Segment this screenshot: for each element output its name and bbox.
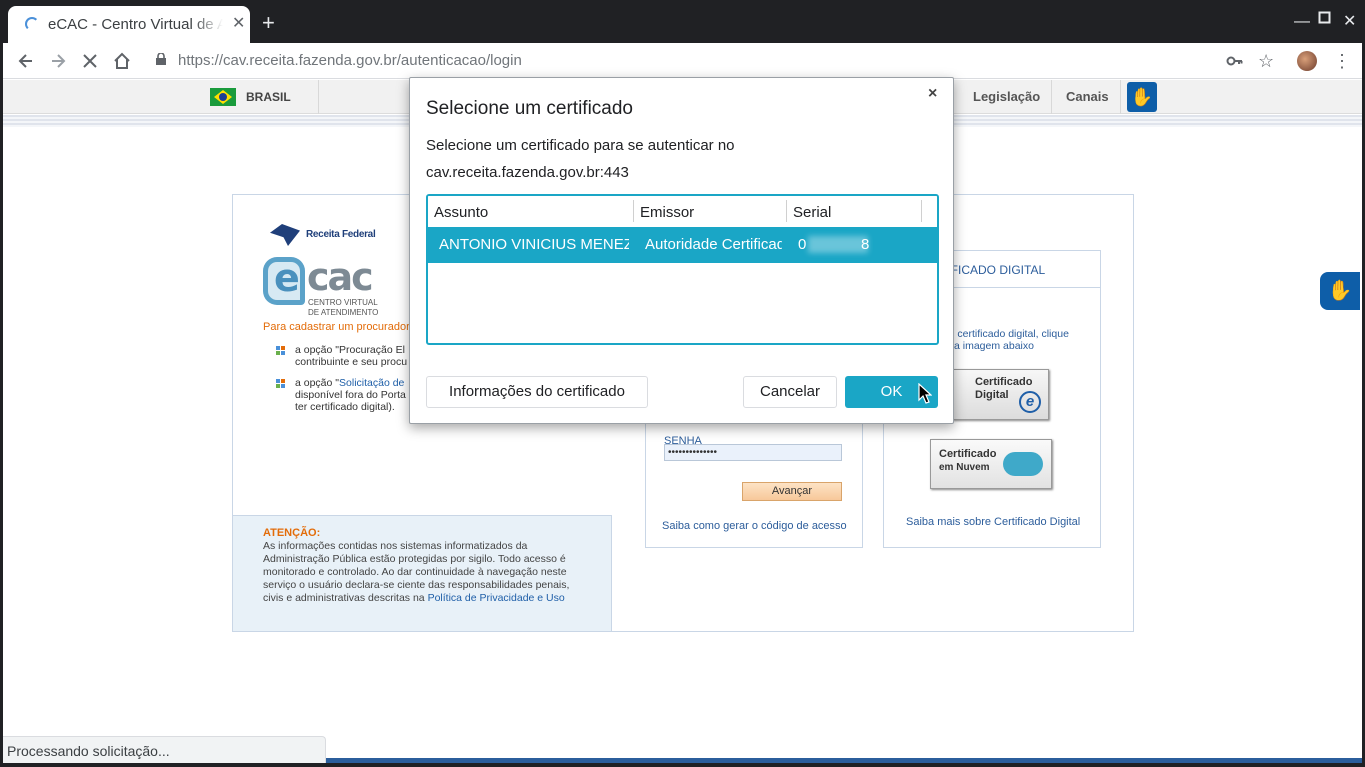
bullet-2-prefix: a opção " <box>295 377 340 389</box>
menu-icon[interactable]: ⋮ <box>1333 50 1351 72</box>
status-text: Processando solicitação... <box>7 743 170 759</box>
dialog-description-1: Selecione um certificado para se autenti… <box>426 137 735 154</box>
cert-img2-line1: Certificado <box>939 448 997 460</box>
window-frame-left <box>0 43 3 767</box>
attention-text: As informações contidas nos sistemas inf… <box>263 540 588 605</box>
lock-icon <box>156 53 166 65</box>
ecac-subtitle-2: DE ATENDIMENTO <box>308 308 379 317</box>
avancar-button[interactable]: Avançar <box>742 482 842 501</box>
table-header: Assunto Emissor Serial <box>428 196 937 227</box>
minimize-icon[interactable]: — <box>1294 13 1310 31</box>
window-close-icon[interactable]: ✕ <box>1343 13 1356 31</box>
certificate-table: Assunto Emissor Serial ANTONIO VINICIUS … <box>426 194 939 345</box>
new-tab-icon[interactable]: + <box>262 12 275 34</box>
solicitacao-link[interactable]: Solicitação de <box>339 377 404 389</box>
gov-link-legislacao[interactable]: Legislação <box>973 89 1040 104</box>
cell-assunto: ANTONIO VINICIUS MENEZES <box>439 236 629 253</box>
certificado-nuvem-label: Certificado em Nuvem <box>939 448 996 474</box>
certificado-digital-title: TIFICADO DIGITAL <box>940 263 1046 277</box>
mouse-cursor-icon <box>918 383 932 404</box>
divider <box>1051 80 1052 114</box>
browser-tab[interactable]: eCAC - Centro Virtual de Atendimento ✕ <box>8 6 250 43</box>
bullet-icon <box>276 379 286 389</box>
bookmark-star-icon[interactable]: ☆ <box>1258 50 1274 72</box>
tab-close-icon[interactable]: ✕ <box>232 15 245 33</box>
column-divider <box>786 200 787 222</box>
accessibility-icon[interactable]: ✋ <box>1127 82 1157 112</box>
status-bar: Processando solicitação... <box>3 736 326 763</box>
bullet-2-line-1: a opção "Solicitação de <box>295 377 406 389</box>
cert-instruction-2: a imagem abaixo <box>954 340 1034 352</box>
ecac-e-icon <box>263 256 305 305</box>
cert-img2-line2: em Nuvem <box>939 462 990 473</box>
receita-federal-mark-icon <box>270 224 300 246</box>
forward-icon[interactable] <box>47 50 69 72</box>
receita-federal-logo-text: Receita Federal <box>306 229 376 240</box>
brazil-flag-icon <box>210 88 236 106</box>
cadastrar-procurador-text: Para cadastrar um procurador <box>263 321 410 333</box>
browser-toolbar: https://cav.receita.fazenda.gov.br/auten… <box>0 43 1365 79</box>
column-serial[interactable]: Serial <box>793 204 831 221</box>
column-divider <box>633 200 634 222</box>
cancel-button[interactable]: Cancelar <box>743 376 837 408</box>
url-host: https://cav.receita.fazenda.gov.br <box>178 52 397 69</box>
senha-input[interactable]: •••••••••••••• <box>664 444 842 461</box>
bullet-2-text: a opção "Solicitação de disponível fora … <box>295 377 406 413</box>
column-assunto[interactable]: Assunto <box>434 204 488 221</box>
stop-icon[interactable] <box>79 50 101 72</box>
loading-spinner-icon <box>25 17 39 31</box>
cell-serial-end: 8 <box>861 236 870 253</box>
gov-bar-brasil[interactable]: BRASIL <box>246 90 291 104</box>
dialog-title: Selecione um certificado <box>426 98 633 119</box>
maximize-icon[interactable] <box>1318 11 1332 30</box>
bullet-2-line-2: disponível fora do Porta <box>295 389 406 401</box>
bullet-1-line-1: a opção "Procuração El <box>295 344 405 356</box>
table-row[interactable]: ANTONIO VINICIUS MENEZES Autoridade Cert… <box>428 227 937 263</box>
column-emissor[interactable]: Emissor <box>640 204 694 221</box>
home-icon[interactable] <box>111 50 133 72</box>
divider <box>318 80 319 114</box>
key-icon[interactable] <box>1226 50 1244 79</box>
divider <box>1120 80 1121 114</box>
browser-title-bar: eCAC - Centro Virtual de Atendimento ✕ +… <box>0 0 1365 43</box>
saiba-codigo-link[interactable]: Saiba como gerar o código de acesso <box>662 520 847 532</box>
bullet-1-line-2: contribuinte e seu procu <box>295 356 408 368</box>
cert-img1-line1: Certificado <box>975 376 1033 388</box>
ecac-logo: cac CENTRO VIRTUAL DE ATENDIMENTO <box>263 255 383 317</box>
window-frame-bottom <box>0 763 1365 767</box>
cloud-icon <box>1003 452 1043 476</box>
certificate-info-button[interactable]: Informações do certificado <box>426 376 648 408</box>
saiba-certificado-link[interactable]: Saiba mais sobre Certificado Digital <box>906 516 1080 528</box>
column-divider <box>921 200 922 222</box>
privacy-policy-link[interactable]: Política de Privacidade e Uso <box>428 592 565 604</box>
ecac-subtitle-1: CENTRO VIRTUAL <box>308 298 378 307</box>
ecac-logo-text: cac <box>307 255 374 299</box>
cell-emissor: Autoridade Certificadora <box>645 236 782 253</box>
url-path: /autenticacao/login <box>396 52 522 69</box>
url-text: https://cav.receita.fazenda.gov.br/auten… <box>178 52 522 69</box>
back-icon[interactable] <box>15 50 37 72</box>
attention-box: ATENÇÃO: As informações contidas nos sis… <box>233 515 612 631</box>
receita-federal-logo: Receita Federal <box>270 222 380 248</box>
e-cpf-icon: e <box>1019 391 1041 413</box>
certificado-digital-button[interactable]: Certificado Digital e <box>952 369 1049 420</box>
bullet-1-text: a opção "Procuração El contribuinte e se… <box>295 344 407 368</box>
address-bar[interactable]: https://cav.receita.fazenda.gov.br/auten… <box>146 47 1286 75</box>
vlibras-accessibility-icon[interactable]: ✋ <box>1320 272 1360 310</box>
redacted-serial <box>808 236 868 253</box>
bullet-2-line-3: ter certificado digital). <box>295 401 395 413</box>
tab-title: eCAC - Centro Virtual de Atendimento <box>48 16 223 34</box>
dialog-close-icon[interactable]: × <box>928 84 937 104</box>
certificado-nuvem-button[interactable]: Certificado em Nuvem <box>930 439 1052 489</box>
bullet-icon <box>276 346 286 356</box>
gov-link-canais[interactable]: Canais <box>1066 89 1109 104</box>
certificate-dialog: Selecione um certificado × Selecione um … <box>409 77 954 424</box>
dialog-description-2: cav.receita.fazenda.gov.br:443 <box>426 164 629 181</box>
attention-heading: ATENÇÃO: <box>263 527 321 539</box>
avatar[interactable] <box>1297 51 1317 71</box>
